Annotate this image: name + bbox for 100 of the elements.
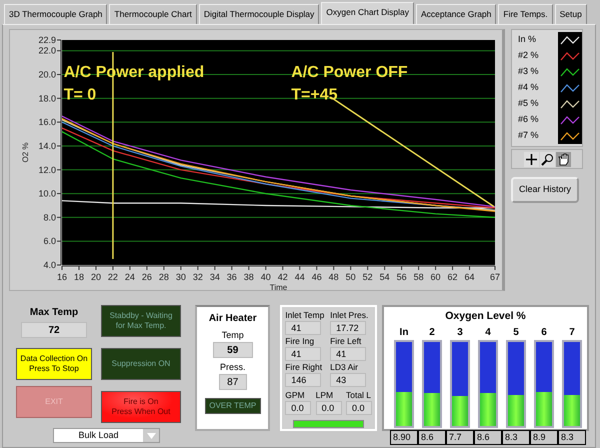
field-label: Press. (220, 360, 246, 374)
value-display: 43 (330, 373, 366, 387)
x-tick-label: 38 (244, 272, 254, 282)
value-display: 41 (285, 347, 322, 361)
bar-label: 7 (569, 326, 575, 340)
field-label: Max Temp (30, 306, 78, 320)
field-label: Temp (222, 328, 244, 342)
x-tick-label: 20 (90, 272, 101, 282)
indicator-button[interactable]: Fire is On Press When Out (101, 391, 181, 423)
tab[interactable]: Thermocouple Chart (109, 4, 197, 24)
value-display: 59 (212, 342, 253, 358)
y-tick-label: 4.0 (43, 260, 56, 270)
y-tick-label: 6.0 (43, 236, 56, 246)
x-tick-label: 58 (414, 272, 424, 282)
field-label: Inlet Pres. (330, 310, 370, 321)
value-display: 0.0 (285, 401, 312, 415)
bar-label: 4 (485, 326, 491, 340)
legend-label: #6 % (518, 113, 539, 126)
field-label: Fire Right (285, 362, 324, 373)
x-tick-label: 56 (396, 272, 407, 282)
reading-display: 8.6 (418, 430, 446, 446)
y-tick-label: 18.0 (38, 93, 56, 104)
bar-label: 5 (513, 326, 519, 340)
value-display: 146 (285, 373, 322, 387)
annotation-text: A/C Power OFF (291, 64, 408, 81)
x-tick-label: 40 (260, 272, 271, 282)
y-tick-label: 14.0 (38, 140, 56, 151)
toggle-button[interactable]: Data Collection On Press To Stop (16, 348, 92, 380)
tab[interactable]: Setup (554, 4, 587, 24)
value-display: 17.72 (330, 321, 366, 335)
bar-label: 3 (457, 326, 463, 340)
x-tick-label: 48 (328, 272, 339, 282)
tab[interactable]: Oxygen Chart Display (321, 2, 414, 24)
x-tick-label: 62 (448, 272, 458, 282)
x-tick-label: 22 (108, 272, 118, 282)
y-axis-title: O2 % (21, 142, 30, 162)
x-tick-label: 16 (57, 272, 67, 282)
reading-display: 8.6 (474, 430, 502, 446)
x-tick-label: 30 (176, 272, 186, 282)
field-label: LPM (316, 390, 334, 401)
y-tick-label: 22.0 (38, 46, 56, 56)
reading-display: 8.9 (530, 430, 558, 446)
clear-history-button[interactable]: Clear History (511, 177, 579, 203)
annotation-text: T=+45 (291, 86, 338, 104)
x-tick-label: 36 (226, 272, 237, 282)
value-display: 87 (218, 374, 247, 390)
legend-label: In % (518, 33, 536, 46)
value-display: 41 (330, 347, 366, 361)
field-label: Total L (346, 390, 372, 401)
field-label: Fire Left (330, 336, 362, 347)
y-tick-label: 12.0 (38, 164, 56, 175)
x-tick-label: 26 (142, 272, 152, 282)
dropdown[interactable]: Bulk Load (53, 428, 160, 443)
value-display: 72 (21, 322, 87, 338)
annotation-text: T= 0 (64, 86, 96, 104)
reading-display: 8.3 (502, 430, 530, 446)
indicator-button[interactable]: OVER TEMP (204, 398, 261, 414)
x-tick-label: 32 (192, 272, 203, 282)
x-tick-label: 34 (210, 272, 220, 282)
y-tick-label: 22.9 (38, 35, 56, 45)
x-tick-label: 28 (158, 272, 169, 282)
value-display: 0.0 (316, 401, 342, 415)
x-tick-label: 54 (380, 272, 390, 282)
bar-label: 6 (541, 326, 547, 340)
field-label: GPM (285, 390, 306, 401)
x-tick-label: 24 (124, 272, 135, 282)
x-tick-label: 67 (490, 272, 500, 282)
bar-label: In (400, 326, 408, 340)
field-label: LD3 Air (330, 362, 359, 373)
value-display: 0.0 (346, 401, 372, 415)
x-tick-label: 64 (464, 272, 475, 282)
y-tick-label: 10.0 (38, 188, 56, 199)
panel-title: Oxygen Level % (444, 309, 527, 324)
x-tick-label: 50 (346, 272, 356, 282)
field-label: Fire Ing (285, 336, 316, 347)
value-display: 41 (285, 321, 322, 335)
panel-title: Air Heater (208, 312, 257, 326)
y-tick-label: 16.0 (38, 117, 56, 128)
x-axis-title: Time (270, 283, 288, 290)
legend-label: #2 % (518, 49, 539, 62)
indicator-button[interactable]: Stabdby - Waiting for Max Temp. (101, 305, 181, 337)
reading-display: 8.3 (558, 430, 586, 446)
x-tick-label: 42 (278, 272, 288, 282)
y-tick-label: 8.0 (43, 212, 56, 222)
x-tick-label: 18 (74, 272, 84, 282)
x-tick-label: 46 (312, 272, 322, 282)
y-tick-label: 20.0 (38, 70, 56, 80)
reading-display: 8.90 (390, 430, 418, 446)
reading-display: 7.7 (446, 430, 474, 446)
tab[interactable]: Fire Temps. (498, 4, 553, 24)
legend-label: #4 % (518, 81, 539, 94)
legend-label: #3 % (518, 65, 539, 78)
tab[interactable]: 3D Thermocouple Graph (4, 4, 108, 24)
x-tick-label: 52 (362, 272, 373, 282)
tab[interactable]: Acceptance Graph (416, 4, 496, 24)
tab[interactable]: Digital Thermocouple Display (198, 4, 320, 24)
x-tick-label: 60 (430, 272, 441, 282)
legend-label: #7 % (518, 129, 539, 142)
indicator-button[interactable]: Suppression ON (101, 348, 181, 380)
field-label: Inlet Temp (285, 310, 326, 321)
